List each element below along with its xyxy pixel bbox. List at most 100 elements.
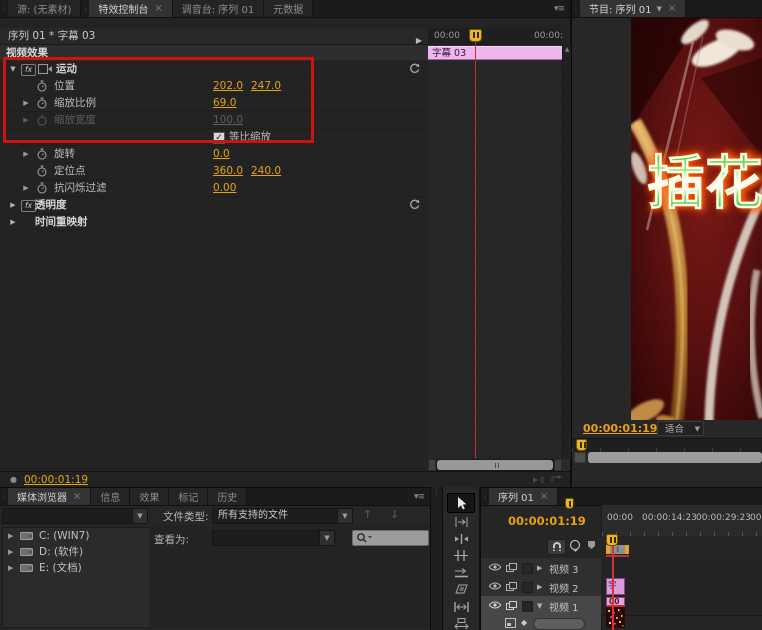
eye-icon[interactable] xyxy=(489,601,501,609)
search-input[interactable] xyxy=(352,530,429,546)
program-video-frame[interactable]: 插花 插花 插花 xyxy=(631,18,762,420)
zoom-level-select[interactable]: 适合 ▼ xyxy=(657,421,704,436)
current-timecode[interactable]: 00:00:01:19 xyxy=(24,472,88,488)
track-header[interactable]: ▶ 视频 2 xyxy=(481,577,602,596)
track-header[interactable]: ▶ 视频 3 xyxy=(481,558,602,577)
timeline-playhead-line[interactable] xyxy=(612,546,614,630)
anchor-y-value[interactable]: 240.0 xyxy=(251,163,281,179)
mini-timeline-clip[interactable]: 字幕 03 xyxy=(428,46,562,60)
work-area-bar[interactable]: ∥ xyxy=(606,545,629,554)
sync-lock-icon[interactable] xyxy=(506,601,517,610)
track-content[interactable]: 字幕 xyxy=(601,577,762,596)
mini-timeline-ruler[interactable]: 00:00 00:00: xyxy=(428,28,562,46)
scroll-handle-box[interactable] xyxy=(574,452,586,463)
expand-icon[interactable]: ▶ xyxy=(8,544,13,560)
lock-toggle-box[interactable] xyxy=(522,601,533,612)
expand-icon[interactable]: ▶ xyxy=(21,180,31,196)
panel-grip-icon[interactable]: ⋮ xyxy=(481,488,489,505)
expand-icon[interactable]: ▶ xyxy=(8,197,18,213)
effect-row-rotation[interactable]: ▶ 旋转 0.0 xyxy=(0,146,428,163)
marker-flag-icon[interactable] xyxy=(587,540,596,551)
playhead-line[interactable] xyxy=(475,29,476,458)
effect-row-time-remapping[interactable]: ▶ 时间重映射 xyxy=(0,214,428,231)
tab-metadata[interactable]: 元数据 xyxy=(264,0,313,17)
position-x-value[interactable]: 202.0 xyxy=(213,78,243,94)
tab-audio-mixer[interactable]: 调音台: 序列 01 xyxy=(173,0,264,17)
expand-icon[interactable]: ▶ xyxy=(8,528,13,544)
set-display-style-icon[interactable] xyxy=(505,618,516,628)
track-content[interactable]: 00 xyxy=(601,596,762,615)
effect-row-scale[interactable]: ▶ 缩放比例 69.0 xyxy=(0,95,428,112)
collapse-icon[interactable]: ▼ xyxy=(8,61,18,77)
antiflicker-value[interactable]: 0.00 xyxy=(213,180,236,196)
close-icon[interactable]: × xyxy=(540,491,548,502)
panel-menu-icon[interactable]: ▾≡ xyxy=(408,492,430,502)
clip-subtitle[interactable]: 字幕 xyxy=(606,578,625,595)
effect-row-motion[interactable]: ▼ fx 运动 xyxy=(0,61,428,78)
reset-effect-icon[interactable] xyxy=(409,199,420,210)
track-header[interactable]: ▼ 视频 1 xyxy=(481,596,602,615)
timeline-playhead-icon[interactable] xyxy=(606,534,618,546)
expand-icon[interactable]: ▶ xyxy=(8,214,18,230)
sequence-marker-icon[interactable] xyxy=(569,539,582,552)
stopwatch-icon[interactable] xyxy=(36,165,48,177)
timeline-timecode[interactable]: 00:00:01:19 xyxy=(508,514,586,528)
panel-grip-icon[interactable]: ⋮ xyxy=(0,488,8,505)
lock-toggle-box[interactable] xyxy=(522,563,533,574)
scroll-left-cap[interactable] xyxy=(428,459,436,471)
track-select-tool[interactable] xyxy=(447,513,475,530)
rolling-edit-tool[interactable] xyxy=(447,547,475,564)
tab-program[interactable]: 节目: 序列 01 ▼ × xyxy=(580,0,686,17)
horizontal-scrollbar[interactable] xyxy=(428,459,562,471)
tree-item-drive-c[interactable]: ▶ C: (WIN7) xyxy=(3,528,150,544)
tab-markers[interactable]: 标记 xyxy=(169,488,208,505)
tab-info[interactable]: 信息 xyxy=(91,488,130,505)
stopwatch-icon[interactable] xyxy=(36,148,48,160)
play-audio-only-icon[interactable] xyxy=(532,475,544,485)
program-mini-ruler[interactable] xyxy=(572,438,762,452)
tab-history[interactable]: 历史 xyxy=(208,488,247,505)
chevron-down-icon[interactable]: ▼ xyxy=(337,509,352,523)
close-icon[interactable]: × xyxy=(668,3,676,14)
rate-stretch-tool[interactable] xyxy=(447,564,475,581)
scale-value[interactable]: 69.0 xyxy=(213,95,236,111)
ripple-edit-tool[interactable] xyxy=(447,530,475,547)
effect-row-opacity[interactable]: ▶ fx 透明度 xyxy=(0,197,428,214)
sync-lock-icon[interactable] xyxy=(506,563,517,572)
slide-tool[interactable] xyxy=(447,615,475,630)
fx-badge-icon[interactable]: fx xyxy=(21,200,36,212)
effect-row-anchor-point[interactable]: 定位点 360.0 240.0 xyxy=(0,163,428,180)
panel-grip-icon[interactable]: ⋮ xyxy=(572,0,580,17)
mini-timeline-area[interactable] xyxy=(428,45,562,459)
tree-item-drive-d[interactable]: ▶ D: (软件) xyxy=(3,544,150,560)
chevron-down-icon[interactable]: ▼ xyxy=(132,509,147,523)
tab-media-browser[interactable]: 媒体浏览器 × xyxy=(8,488,91,505)
effect-row-position[interactable]: 位置 202.0 247.0 xyxy=(0,78,428,95)
close-icon[interactable]: × xyxy=(154,3,162,14)
expand-icon[interactable]: ▶ xyxy=(21,146,31,162)
scroll-handle[interactable] xyxy=(437,460,553,470)
stopwatch-icon[interactable] xyxy=(36,182,48,194)
playhead-marker-icon[interactable] xyxy=(469,29,482,42)
file-type-dropdown[interactable]: 所有支持的文件 ▼ xyxy=(212,508,353,524)
sync-lock-icon[interactable] xyxy=(506,582,517,591)
eye-icon[interactable] xyxy=(489,582,501,590)
location-dropdown[interactable]: ▼ xyxy=(2,508,148,524)
panel-menu-icon[interactable]: ▾≡ xyxy=(548,4,570,14)
reset-effect-icon[interactable] xyxy=(409,63,420,74)
tab-sequence-01[interactable]: 序列 01 × xyxy=(489,488,558,505)
position-y-value[interactable]: 247.0 xyxy=(251,78,281,94)
timeline-ruler[interactable]: 00:00 00:00:14:23 00:00:29:23 00:0 xyxy=(601,505,762,536)
collapse-icon[interactable]: ▼ xyxy=(537,602,542,610)
scroll-bar[interactable] xyxy=(588,452,762,463)
tab-effect-controls[interactable]: 特效控制台 × xyxy=(89,0,172,17)
keyframe-controls[interactable]: ◆ xyxy=(481,615,602,630)
uniform-scale-checkbox[interactable]: ✓ xyxy=(213,132,225,144)
chevron-down-icon[interactable]: ▼ xyxy=(656,5,661,13)
program-playhead-icon[interactable] xyxy=(576,439,587,451)
stopwatch-icon[interactable] xyxy=(36,97,48,109)
panel-grip-icon[interactable]: ⋮ xyxy=(0,0,8,17)
effect-row-antiflicker[interactable]: ▶ 抗闪烁过滤 0.00 xyxy=(0,180,428,197)
lock-toggle-box[interactable] xyxy=(522,582,533,593)
loop-icon[interactable] xyxy=(550,475,562,485)
